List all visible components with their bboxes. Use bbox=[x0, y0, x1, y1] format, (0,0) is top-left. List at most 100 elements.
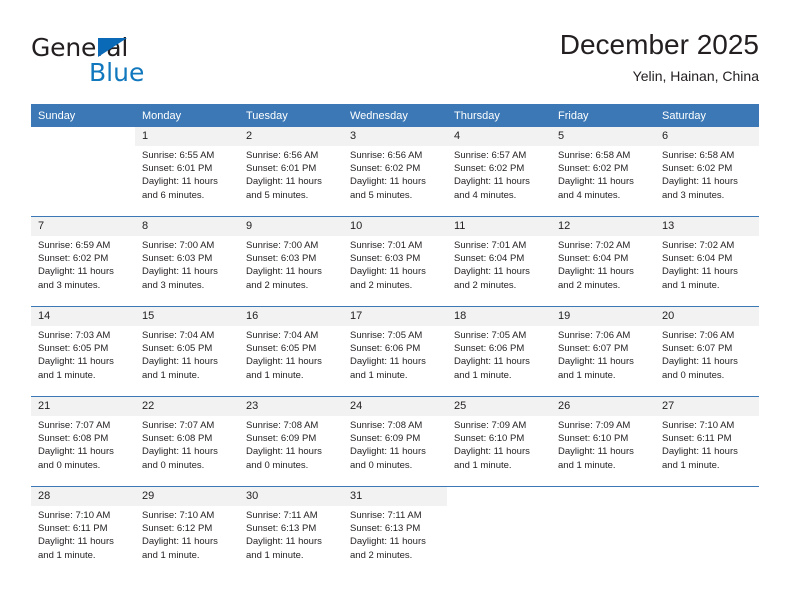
weekday-header-monday: Monday bbox=[135, 104, 239, 127]
day-number: 8 bbox=[135, 217, 239, 236]
daylight-text: Daylight: 11 hours and 0 minutes. bbox=[662, 356, 738, 381]
calendar-day-cell: 24 Sunrise: 7:08 AM Sunset: 6:09 PM Dayligh… bbox=[343, 396, 447, 487]
day-cell[interactable]: 26 Sunrise: 7:09 AM Sunset: 6:10 PM Dayligh… bbox=[551, 397, 655, 486]
day-number: 14 bbox=[31, 307, 135, 326]
calendar-day-cell: 31 Sunrise: 7:11 AM Sunset: 6:13 PM Dayligh… bbox=[343, 486, 447, 576]
day-cell[interactable]: 17 Sunrise: 7:05 AM Sunset: 6:06 PM Dayligh… bbox=[343, 307, 447, 396]
sunset-text: Sunset: 6:07 PM bbox=[558, 343, 629, 355]
calendar-day-cell: 27 Sunrise: 7:10 AM Sunset: 6:11 PM Dayligh… bbox=[655, 396, 759, 487]
day-details: Sunrise: 6:58 AM Sunset: 6:02 PM Daylight:… bbox=[551, 146, 655, 202]
day-cell[interactable]: 1 Sunrise: 6:55 AM Sunset: 6:01 PM Daylight… bbox=[135, 127, 239, 216]
calendar-day-cell: 10 Sunrise: 7:01 AM Sunset: 6:03 PM Dayligh… bbox=[343, 216, 447, 307]
day-cell[interactable]: 4 Sunrise: 6:57 AM Sunset: 6:02 PM Daylight… bbox=[447, 127, 551, 216]
day-details: Sunrise: 7:04 AM Sunset: 6:05 PM Daylight:… bbox=[239, 326, 343, 382]
day-cell[interactable]: 9 Sunrise: 7:00 AM Sunset: 6:03 PM Daylight… bbox=[239, 217, 343, 306]
daylight-text: Daylight: 11 hours and 0 minutes. bbox=[142, 446, 218, 471]
day-cell[interactable]: 21 Sunrise: 7:07 AM Sunset: 6:08 PM Dayligh… bbox=[31, 397, 135, 486]
day-number: 21 bbox=[31, 397, 135, 416]
day-cell[interactable]: 3 Sunrise: 6:56 AM Sunset: 6:02 PM Daylight… bbox=[343, 127, 447, 216]
day-details: Sunrise: 7:02 AM Sunset: 6:04 PM Daylight:… bbox=[655, 236, 759, 292]
day-cell[interactable]: 24 Sunrise: 7:08 AM Sunset: 6:09 PM Dayligh… bbox=[343, 397, 447, 486]
day-cell[interactable]: 22 Sunrise: 7:07 AM Sunset: 6:08 PM Dayligh… bbox=[135, 397, 239, 486]
day-cell[interactable]: 8 Sunrise: 7:00 AM Sunset: 6:03 PM Daylight… bbox=[135, 217, 239, 306]
day-cell[interactable]: 28 Sunrise: 7:10 AM Sunset: 6:11 PM Dayligh… bbox=[31, 487, 135, 576]
day-cell[interactable]: 12 Sunrise: 7:02 AM Sunset: 6:04 PM Dayligh… bbox=[551, 217, 655, 306]
day-number bbox=[31, 127, 135, 146]
day-cell[interactable]: 7 Sunrise: 6:59 AM Sunset: 6:02 PM Daylight… bbox=[31, 217, 135, 306]
triangle-icon bbox=[98, 38, 127, 57]
day-cell[interactable]: 6 Sunrise: 6:58 AM Sunset: 6:02 PM Daylight… bbox=[655, 127, 759, 216]
sunrise-text: Sunrise: 7:05 AM bbox=[350, 330, 423, 341]
day-details: Sunrise: 7:03 AM Sunset: 6:05 PM Daylight:… bbox=[31, 326, 135, 382]
sunrise-text: Sunrise: 7:09 AM bbox=[558, 420, 631, 431]
daylight-text: Daylight: 11 hours and 3 minutes. bbox=[142, 266, 218, 291]
sunrise-text: Sunrise: 7:10 AM bbox=[662, 420, 735, 431]
day-cell[interactable]: 27 Sunrise: 7:10 AM Sunset: 6:11 PM Dayligh… bbox=[655, 397, 759, 486]
day-details: Sunrise: 7:01 AM Sunset: 6:03 PM Daylight:… bbox=[343, 236, 447, 292]
sunrise-text: Sunrise: 7:11 AM bbox=[246, 510, 318, 521]
day-details: Sunrise: 6:55 AM Sunset: 6:01 PM Daylight:… bbox=[135, 146, 239, 202]
day-number: 29 bbox=[135, 487, 239, 506]
day-cell[interactable]: 13 Sunrise: 7:02 AM Sunset: 6:04 PM Dayligh… bbox=[655, 217, 759, 306]
day-cell[interactable]: 5 Sunrise: 6:58 AM Sunset: 6:02 PM Daylight… bbox=[551, 127, 655, 216]
day-cell[interactable]: 31 Sunrise: 7:11 AM Sunset: 6:13 PM Dayligh… bbox=[343, 487, 447, 576]
daylight-text: Daylight: 11 hours and 1 minute. bbox=[558, 356, 634, 381]
sunrise-text: Sunrise: 7:04 AM bbox=[246, 330, 319, 341]
calendar-day-cell bbox=[655, 486, 759, 576]
day-cell[interactable]: 20 Sunrise: 7:06 AM Sunset: 6:07 PM Dayligh… bbox=[655, 307, 759, 396]
sunrise-text: Sunrise: 7:06 AM bbox=[662, 330, 735, 341]
day-number: 7 bbox=[31, 217, 135, 236]
day-cell[interactable]: 30 Sunrise: 7:11 AM Sunset: 6:13 PM Dayligh… bbox=[239, 487, 343, 576]
day-cell[interactable]: 18 Sunrise: 7:05 AM Sunset: 6:06 PM Dayligh… bbox=[447, 307, 551, 396]
day-cell[interactable]: 23 Sunrise: 7:08 AM Sunset: 6:09 PM Dayligh… bbox=[239, 397, 343, 486]
page-header: General Blue December 2025 Yelin, Hainan… bbox=[31, 28, 759, 98]
day-number: 22 bbox=[135, 397, 239, 416]
sunset-text: Sunset: 6:09 PM bbox=[350, 433, 421, 445]
sunset-text: Sunset: 6:10 PM bbox=[454, 433, 525, 445]
calendar-day-cell: 13 Sunrise: 7:02 AM Sunset: 6:04 PM Dayligh… bbox=[655, 216, 759, 307]
day-number: 6 bbox=[655, 127, 759, 146]
daylight-text: Daylight: 11 hours and 1 minute. bbox=[246, 356, 322, 381]
day-cell[interactable]: 19 Sunrise: 7:06 AM Sunset: 6:07 PM Dayligh… bbox=[551, 307, 655, 396]
sunset-text: Sunset: 6:02 PM bbox=[350, 163, 421, 175]
day-number: 9 bbox=[239, 217, 343, 236]
day-cell[interactable]: 29 Sunrise: 7:10 AM Sunset: 6:12 PM Dayligh… bbox=[135, 487, 239, 576]
day-cell[interactable]: 14 Sunrise: 7:03 AM Sunset: 6:05 PM Dayligh… bbox=[31, 307, 135, 396]
daylight-text: Daylight: 11 hours and 1 minute. bbox=[38, 536, 114, 561]
sunset-text: Sunset: 6:13 PM bbox=[350, 523, 421, 535]
sunrise-text: Sunrise: 7:07 AM bbox=[38, 420, 111, 431]
sunrise-sunset-calendar-table: Sunday Monday Tuesday Wednesday Thursday… bbox=[31, 104, 759, 576]
day-cell[interactable]: 2 Sunrise: 6:56 AM Sunset: 6:01 PM Daylight… bbox=[239, 127, 343, 216]
day-cell[interactable]: 25 Sunrise: 7:09 AM Sunset: 6:10 PM Dayligh… bbox=[447, 397, 551, 486]
sunrise-text: Sunrise: 6:57 AM bbox=[454, 150, 527, 161]
sunrise-text: Sunrise: 6:58 AM bbox=[558, 150, 631, 161]
day-number: 24 bbox=[343, 397, 447, 416]
calendar-day-cell: 2 Sunrise: 6:56 AM Sunset: 6:01 PM Daylight… bbox=[239, 127, 343, 217]
sunset-text: Sunset: 6:09 PM bbox=[246, 433, 317, 445]
title-block: December 2025 Yelin, Hainan, China bbox=[560, 28, 759, 85]
day-details: Sunrise: 7:11 AM Sunset: 6:13 PM Daylight:… bbox=[343, 506, 447, 562]
sunset-text: Sunset: 6:04 PM bbox=[454, 253, 525, 265]
sunrise-text: Sunrise: 6:56 AM bbox=[246, 150, 319, 161]
daylight-text: Daylight: 11 hours and 5 minutes. bbox=[246, 176, 322, 201]
day-number: 16 bbox=[239, 307, 343, 326]
sunset-text: Sunset: 6:11 PM bbox=[38, 523, 108, 535]
day-cell[interactable]: 15 Sunrise: 7:04 AM Sunset: 6:05 PM Dayligh… bbox=[135, 307, 239, 396]
daylight-text: Daylight: 11 hours and 2 minutes. bbox=[350, 266, 426, 291]
day-number: 10 bbox=[343, 217, 447, 236]
day-number bbox=[655, 487, 759, 506]
day-details: Sunrise: 7:05 AM Sunset: 6:06 PM Daylight:… bbox=[447, 326, 551, 382]
sunset-text: Sunset: 6:05 PM bbox=[38, 343, 109, 355]
calendar-day-cell: 1 Sunrise: 6:55 AM Sunset: 6:01 PM Daylight… bbox=[135, 127, 239, 217]
day-details: Sunrise: 7:07 AM Sunset: 6:08 PM Daylight:… bbox=[135, 416, 239, 472]
sunrise-text: Sunrise: 7:10 AM bbox=[142, 510, 215, 521]
day-cell[interactable]: 10 Sunrise: 7:01 AM Sunset: 6:03 PM Dayligh… bbox=[343, 217, 447, 306]
calendar-day-cell: 25 Sunrise: 7:09 AM Sunset: 6:10 PM Dayligh… bbox=[447, 396, 551, 487]
day-cell[interactable]: 16 Sunrise: 7:04 AM Sunset: 6:05 PM Dayligh… bbox=[239, 307, 343, 396]
calendar-week-row: 1 Sunrise: 6:55 AM Sunset: 6:01 PM Daylight… bbox=[31, 127, 759, 217]
day-cell[interactable]: 11 Sunrise: 7:01 AM Sunset: 6:04 PM Dayligh… bbox=[447, 217, 551, 306]
sunset-text: Sunset: 6:08 PM bbox=[142, 433, 213, 445]
general-blue-logo[interactable]: General Blue bbox=[31, 34, 231, 90]
day-details: Sunrise: 7:10 AM Sunset: 6:11 PM Daylight:… bbox=[31, 506, 135, 562]
calendar-day-cell: 4 Sunrise: 6:57 AM Sunset: 6:02 PM Daylight… bbox=[447, 127, 551, 217]
